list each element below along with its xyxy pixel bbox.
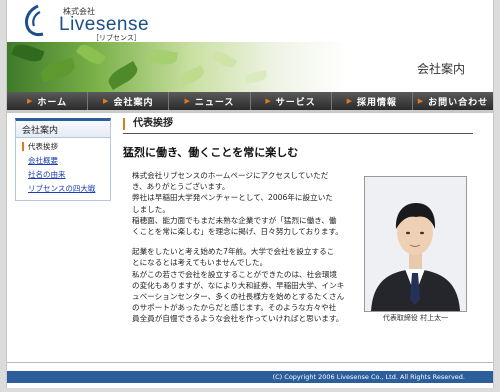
main-content: 代表挨拶 猛烈に働き、働くことを常に楽しむ — [123, 118, 475, 160]
sidebar-item-overview[interactable]: 会社概要 — [16, 154, 110, 168]
leaf-decoration — [210, 48, 238, 71]
arrow-right-icon: ▶ — [346, 97, 353, 105]
nav-recruit[interactable]: ▶ 採用情報 — [332, 92, 413, 110]
text-line: とになるとは考えてもいませんでした。 — [132, 258, 268, 268]
sidebar-item-name-origin[interactable]: 社名の由来 — [16, 168, 110, 182]
nav-news[interactable]: ▶ ニュース — [169, 92, 251, 110]
text-line: しました。 — [132, 204, 170, 214]
portrait-image — [365, 177, 466, 311]
leaf-decoration — [11, 42, 45, 65]
leaf-decoration — [39, 57, 77, 83]
nav-service[interactable]: ▶ サービス — [251, 92, 332, 110]
nav-home[interactable]: ▶ ホーム — [7, 92, 89, 110]
paragraph: 起業をしたいと考え始めた7年前。大学で会社を設立するこ とになるとは考えてもいま… — [123, 246, 355, 324]
section-divider — [123, 133, 473, 134]
arrow-right-icon: ▶ — [184, 97, 191, 105]
text-line: ュベーションセンター、多くの社長様方を始めとするたくさん — [132, 292, 345, 302]
leaf-decoration — [244, 70, 268, 84]
text-line: き、ありがとうございます。 — [132, 182, 230, 192]
nav-label: お問い合わせ — [428, 97, 489, 108]
leaf-decoration — [177, 65, 207, 87]
paragraph: 株式会社リブセンスのホームページにアクセスしていただ き、ありがとうございます。… — [123, 170, 355, 237]
nav-label: 採用情報 — [356, 97, 397, 108]
sidebar-item-greeting: 代表挨拶 — [16, 140, 110, 154]
arrow-right-icon: ▶ — [265, 97, 272, 105]
sidebar-heading: 会社案内 — [15, 118, 111, 138]
message-text: 株式会社リブセンスのホームページにアクセスしていただ き、ありがとうございます。… — [123, 170, 355, 334]
text-line: 起業をしたいと考え始めた7年前。大学で会社を設立するこ — [132, 247, 335, 257]
ceo-photo — [364, 176, 467, 312]
footer-divider — [7, 362, 493, 363]
section-title: 代表挨拶 — [123, 118, 475, 130]
text-line: くことを常に楽しむ」を理念に掲げ、日々努力しております。 — [132, 227, 343, 237]
arrow-right-icon: ▶ — [103, 97, 110, 105]
sidebar-item-strategy[interactable]: リブセンスの四大戦 — [16, 182, 110, 196]
site-header: 株式会社 Livesense ［リブセンス］ — [7, 0, 493, 42]
text-line: の変化もありますが、なにより大和証券、早稲田大学、インキ — [132, 280, 345, 290]
leaf-decoration — [146, 47, 178, 67]
banner: 会社案内 — [7, 42, 493, 92]
main-nav: ▶ ホーム ▶ 会社案内 ▶ ニュース ▶ サービス ▶ 採用情報 ▶ お問い合わせ — [7, 92, 493, 110]
sidebar-list: 代表挨拶 会社概要 社名の由来 リブセンスの四大戦 — [15, 138, 111, 201]
sidebar-link[interactable]: 社名の由来 — [28, 170, 66, 179]
nav-contact[interactable]: ▶ お問い合わせ — [413, 92, 493, 110]
photo-caption: 代表取締役 村上太一 — [382, 314, 449, 322]
headline: 猛烈に働き、働くことを常に楽しむ — [123, 146, 299, 159]
nav-label: ホーム — [37, 97, 68, 108]
arrow-right-icon: ▶ — [417, 97, 425, 105]
nav-underline — [7, 110, 493, 113]
sidebar-link[interactable]: 会社概要 — [28, 156, 58, 165]
livesense-logo-icon[interactable] — [21, 4, 47, 38]
text-line: 稲穂面、能力面でもまだ未熟な企業ですが「猛烈に働き、働 — [132, 215, 337, 225]
text-line: のサポートがあったからだと感じます。そのような方々や社 — [132, 303, 337, 313]
text-line: 私がこの若さで会社を設立することができたのは、社会環境 — [132, 269, 338, 279]
sidebar: 会社案内 代表挨拶 会社概要 社名の由来 リブセンスの四大戦 — [15, 118, 111, 201]
nav-label: サービス — [275, 97, 316, 108]
copyright-text: (C) Copyright 2006 Livesense Co., Ltd. A… — [272, 373, 465, 381]
text-line: 員全員が自慢できるような会社を作っていければと思います。 — [132, 314, 344, 324]
sidebar-link[interactable]: リブセンスの四大戦 — [28, 184, 95, 193]
page: 株式会社 Livesense ［リブセンス］ 会社案内 ▶ ホーム ▶ 会社案内 ▶… — [6, 0, 494, 388]
arrow-right-icon: ▶ — [27, 97, 34, 105]
nav-company[interactable]: ▶ 会社案内 — [88, 92, 170, 110]
banner-title: 会社案内 — [416, 62, 465, 76]
nav-label: 会社案内 — [113, 97, 154, 108]
footer: (C) Copyright 2006 Livesense Co., Ltd. A… — [7, 371, 493, 383]
leaf-decoration — [105, 61, 141, 90]
nav-label: ニュース — [194, 97, 235, 108]
text-line: 弊社は早稲田大学発ベンチャーとして、2006年に設立いた — [132, 193, 333, 203]
leaf-decoration — [75, 42, 107, 68]
text-line: 株式会社リブセンスのホームページにアクセスしていただ — [132, 171, 329, 180]
